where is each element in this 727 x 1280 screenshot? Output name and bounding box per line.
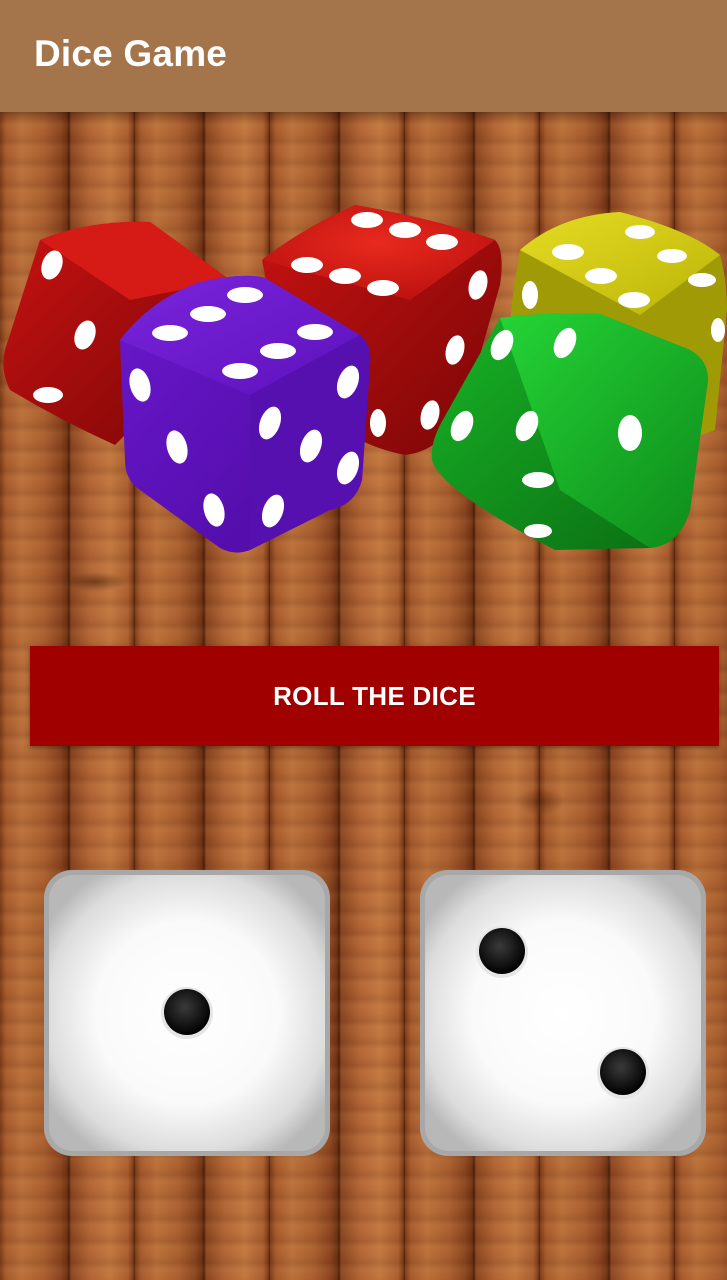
roll-the-dice-button[interactable]: ROLL THE DICE	[30, 646, 719, 746]
colorful-dice-banner-image	[3, 205, 727, 553]
app-bar: Dice Game	[0, 0, 727, 112]
pip	[600, 1049, 646, 1095]
pip	[479, 928, 525, 974]
app-title: Dice Game	[34, 33, 228, 74]
pip	[164, 989, 210, 1035]
left-die	[44, 870, 330, 1156]
right-die	[420, 870, 706, 1156]
